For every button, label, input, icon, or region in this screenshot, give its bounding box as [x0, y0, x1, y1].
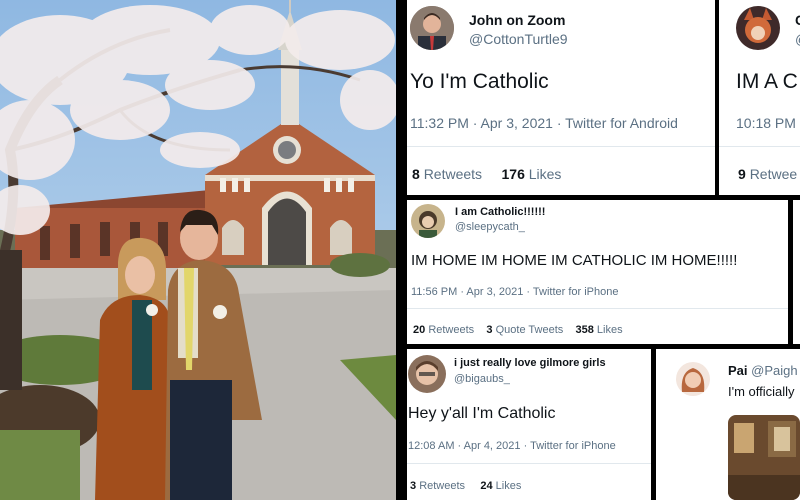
tweet-text: Hey y'all I'm Catholic: [408, 405, 556, 422]
user-handle[interactable]: @: [795, 31, 800, 47]
like-count[interactable]: 358 Likes: [576, 324, 623, 336]
tweet-timestamp[interactable]: 11:56 PM · Apr 3, 2021 · Twitter for iPh…: [411, 286, 618, 298]
user-handle[interactable]: @sleepycath_: [455, 221, 525, 233]
engagement-stats: 20 Retweets 3 Quote Tweets 358 Likes: [413, 324, 623, 336]
tweet-text: IM HOME IM HOME IM CATHOLIC IM HOME!!!!!: [411, 252, 738, 269]
display-name[interactable]: John on Zoom: [469, 12, 565, 28]
tweet-card: i just really love gilmore girls @bigaub…: [407, 349, 651, 500]
engagement-stats: 9 Retwee: [738, 166, 797, 182]
user-handle[interactable]: @bigaubs_: [454, 373, 510, 385]
tweet-text: IM A C: [736, 70, 798, 93]
divider: [407, 308, 788, 309]
user-handle[interactable]: @Paigh: [751, 363, 797, 378]
like-count[interactable]: 24 Likes: [480, 480, 521, 492]
avatar[interactable]: [410, 6, 454, 50]
tweet-collage: John on Zoom @CottonTurtle9 Yo I'm Catho…: [400, 0, 800, 500]
retweet-count[interactable]: 3 Retweets: [410, 480, 465, 492]
engagement-stats: 8 Retweets 176 Likes: [412, 166, 561, 182]
retweet-count[interactable]: 20 Retweets: [413, 324, 474, 336]
engagement-stats: 3 Retweets 24 Likes: [410, 480, 521, 492]
quote-tweet-count[interactable]: 3 Quote Tweets: [486, 324, 563, 336]
tweet-text: I'm officially: [728, 384, 795, 399]
church-scene-illustration: [0, 0, 396, 500]
avatar[interactable]: [408, 355, 446, 393]
like-count[interactable]: 176 Likes: [502, 166, 562, 182]
retweet-count[interactable]: 9 Retwee: [738, 166, 797, 182]
tweet-timestamp[interactable]: 10:18 PM: [736, 115, 796, 131]
tweet-card: Pai @Paigh I'm officially: [656, 349, 800, 500]
avatar[interactable]: [676, 362, 710, 396]
display-name[interactable]: Pai @Paigh: [728, 363, 798, 378]
tweet-card-edge: [793, 200, 800, 344]
tweet-timestamp[interactable]: 12:08 AM · Apr 4, 2021 · Twitter for iPh…: [408, 440, 616, 452]
user-handle[interactable]: @CottonTurtle9: [469, 31, 568, 47]
display-name[interactable]: i just really love gilmore girls: [454, 357, 606, 369]
tweet-card: I am Catholic!!!!!! @sleepycath_ IM HOME…: [407, 200, 788, 344]
divider: [407, 463, 651, 464]
tweet-text: Yo I'm Catholic: [410, 70, 549, 93]
attached-photo[interactable]: [728, 415, 800, 500]
tweet-card: C @ IM A C 10:18 PM 9 Retwee: [719, 0, 800, 195]
avatar[interactable]: [736, 6, 780, 50]
retweet-count[interactable]: 8 Retweets: [412, 166, 482, 182]
divider: [719, 146, 800, 147]
avatar[interactable]: [411, 204, 445, 238]
divider: [407, 146, 715, 147]
display-name[interactable]: I am Catholic!!!!!!: [455, 206, 545, 218]
tweet-card: John on Zoom @CottonTurtle9 Yo I'm Catho…: [407, 0, 715, 195]
display-name[interactable]: C: [795, 12, 800, 28]
tweet-timestamp[interactable]: 11:32 PM · Apr 3, 2021 · Twitter for And…: [410, 115, 678, 131]
couple-church-photo: [0, 0, 396, 500]
